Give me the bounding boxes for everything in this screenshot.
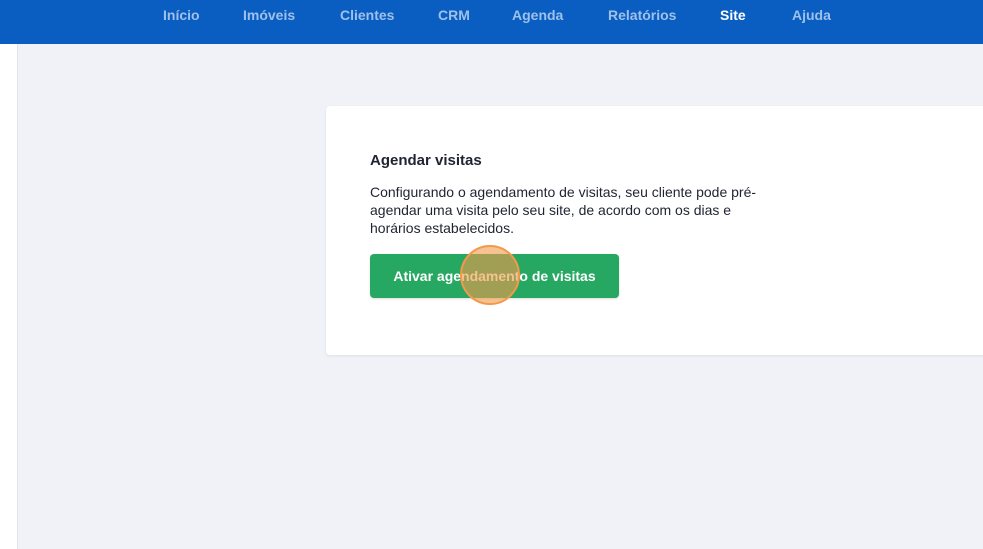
schedule-visits-card: Agendar visitas Configurando o agendamen… [326,106,983,355]
nav-item-site[interactable]: Site [720,6,746,24]
nav-item-ajuda[interactable]: Ajuda [792,6,831,24]
left-sidebar-rail [0,44,18,549]
nav-item-relatorios[interactable]: Relatórios [608,6,676,24]
card-title: Agendar visitas [370,152,482,169]
card-description: Configurando o agendamento de visitas, s… [370,184,757,236]
enable-visit-scheduling-button[interactable]: Ativar agendamento de visitas [370,254,619,298]
top-navigation-bar: Início Imóveis Clientes CRM Agenda Relat… [0,0,983,44]
nav-item-agenda[interactable]: Agenda [512,6,563,24]
nav-item-inicio[interactable]: Início [163,6,200,24]
nav-item-crm[interactable]: CRM [438,6,470,24]
nav-item-imoveis[interactable]: Imóveis [243,6,295,24]
nav-item-clientes[interactable]: Clientes [340,6,394,24]
